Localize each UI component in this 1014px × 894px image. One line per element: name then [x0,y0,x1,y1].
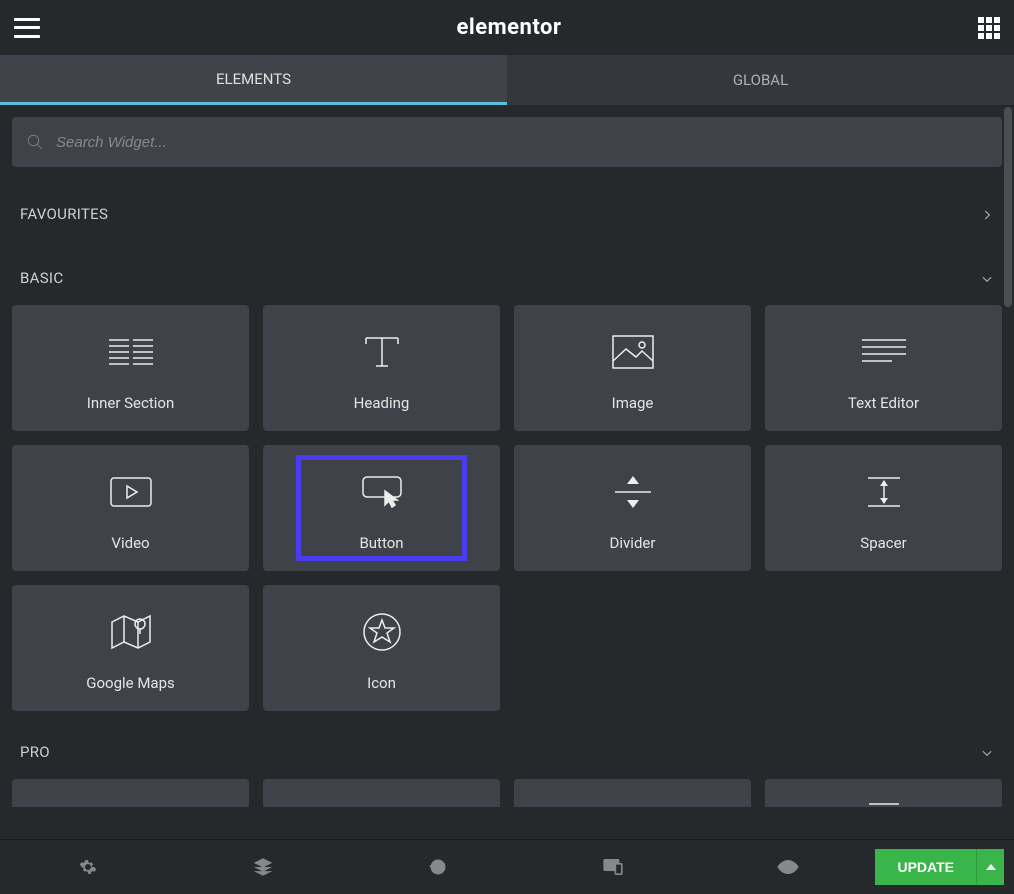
widget-label: Image [612,394,654,412]
scrollbar[interactable] [1004,107,1012,307]
tab-elements[interactable]: ELEMENTS [0,55,507,105]
image-icon [612,324,654,380]
content-panel: FAVOURITES BASIC Inner Section Heading [0,105,1014,839]
pro-widget-row [12,779,1002,807]
widget-spacer[interactable]: Spacer [765,445,1002,571]
section-basic[interactable]: BASIC [12,251,1002,305]
top-bar: elementor [0,0,1014,55]
widget-inner-section[interactable]: Inner Section [12,305,249,431]
lines-icon [862,324,906,380]
widget-card[interactable] [765,779,1002,807]
update-group: UPDATE [875,849,1004,885]
search-input[interactable] [56,134,988,151]
widget-image[interactable]: Image [514,305,751,431]
widget-label: Google Maps [86,674,175,692]
widget-card[interactable] [263,779,500,807]
play-icon [110,464,152,520]
widget-label: Inner Section [87,394,175,412]
history-icon[interactable] [427,856,449,878]
section-title: BASIC [20,269,63,287]
chevron-down-icon [980,271,994,285]
search-wrap [12,117,1002,167]
widget-label: Spacer [860,534,906,552]
basic-widget-grid: Inner Section Heading Image Text Editor [12,305,1002,725]
settings-icon[interactable] [77,856,99,878]
update-button[interactable]: UPDATE [875,849,976,885]
widget-label: Button [359,534,403,552]
button-cursor-icon [361,464,403,520]
text-t-icon [362,324,402,380]
widget-heading[interactable]: Heading [263,305,500,431]
star-circle-icon [362,604,402,660]
logo: elementor [457,15,562,40]
widget-label: Heading [354,394,410,412]
responsive-icon[interactable] [602,856,624,878]
chevron-right-icon [980,207,994,221]
navigator-icon[interactable] [252,856,274,878]
menu-icon[interactable] [14,18,40,38]
chevron-down-icon [980,745,994,759]
tabs: ELEMENTS GLOBAL [0,55,1014,105]
widget-card[interactable] [12,779,249,807]
section-title: PRO [20,743,50,761]
section-title: FAVOURITES [20,205,108,223]
columns-icon [109,324,153,380]
apps-grid-icon[interactable] [978,17,1000,39]
widget-button[interactable]: Button [263,445,500,571]
map-pin-icon [110,604,152,660]
widget-label: Divider [610,534,656,552]
widget-label: Icon [367,674,396,692]
widget-google-maps[interactable]: Google Maps [12,585,249,711]
widget-video[interactable]: Video [12,445,249,571]
widget-icon[interactable]: Icon [263,585,500,711]
preview-icon[interactable] [777,856,799,878]
tab-global[interactable]: GLOBAL [507,55,1014,105]
footer-bar: UPDATE [0,839,1014,894]
search-icon [26,133,44,151]
widget-label: Video [111,534,149,552]
widget-divider[interactable]: Divider [514,445,751,571]
footer-icons [0,856,875,878]
widget-text-editor[interactable]: Text Editor [765,305,1002,431]
section-favourites[interactable]: FAVOURITES [12,187,1002,241]
update-dropdown-button[interactable] [976,849,1004,885]
widget-label: Text Editor [848,394,919,412]
widget-card[interactable] [514,779,751,807]
section-pro[interactable]: PRO [12,725,1002,779]
divider-icon [613,464,653,520]
spacer-icon [864,464,904,520]
